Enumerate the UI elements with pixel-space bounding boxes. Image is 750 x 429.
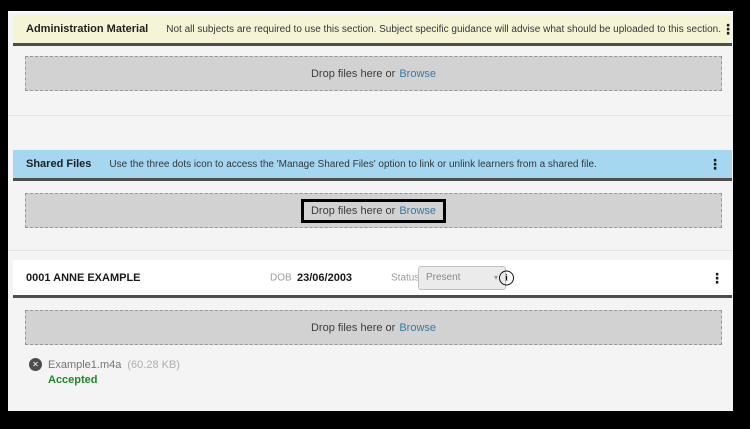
dropzone-label: Drop files here or Browse <box>311 68 436 80</box>
admin-material-dropzone[interactable]: Drop files here or Browse <box>25 56 722 91</box>
dropzone-text: Drop files here or <box>311 322 395 334</box>
shared-files-dropzone[interactable]: Drop files here or Browse <box>25 193 722 228</box>
dropzone-text: Drop files here or <box>311 68 395 80</box>
dropzone-text: Drop files here or <box>311 205 395 217</box>
status-selected-value: Present <box>426 272 460 283</box>
learner-name: 0001 ANNE EXAMPLE <box>26 272 141 284</box>
dropzone-label-highlighted[interactable]: Drop files here or Browse <box>301 199 446 223</box>
browse-link[interactable]: Browse <box>399 68 436 80</box>
learner-row: 0001 ANNE EXAMPLE DOB 23/06/2003 Status … <box>13 260 732 298</box>
kebab-menu-icon[interactable]: ⋮ <box>721 22 733 36</box>
kebab-menu-icon[interactable]: ⋮ <box>708 157 722 171</box>
file-name: Example1.m4a <box>48 359 121 371</box>
dob-value: 23/06/2003 <box>297 272 352 284</box>
learner-dropzone[interactable]: Drop files here or Browse <box>25 310 722 345</box>
section-divider <box>8 250 733 251</box>
status-select[interactable]: Present ▾ <box>418 266 506 290</box>
browse-link[interactable]: Browse <box>399 322 436 334</box>
page-content: Administration Material Not all subjects… <box>8 11 733 411</box>
section-divider <box>8 115 733 116</box>
dropzone-label: Drop files here or Browse <box>311 322 436 334</box>
dob-label: DOB <box>270 272 292 283</box>
admin-material-header: Administration Material Not all subjects… <box>13 15 732 46</box>
uploaded-file-item: ✕ Example1.m4a (60.28 KB) Accepted <box>29 358 733 386</box>
kebab-menu-icon[interactable]: ⋮ <box>710 271 724 285</box>
admin-material-title: Administration Material <box>26 23 148 35</box>
shared-files-title: Shared Files <box>26 158 91 170</box>
admin-material-note: Not all subjects are required to use thi… <box>166 24 721 35</box>
shared-files-header: Shared Files Use the three dots icon to … <box>13 150 732 181</box>
shared-files-note: Use the three dots icon to access the 'M… <box>109 159 596 170</box>
file-status-badge: Accepted <box>48 374 733 386</box>
info-icon[interactable]: i <box>499 270 514 285</box>
file-size: (60.28 KB) <box>127 359 180 371</box>
status-label: Status <box>391 272 419 283</box>
remove-file-icon[interactable]: ✕ <box>29 358 42 371</box>
browse-link[interactable]: Browse <box>399 205 436 217</box>
chevron-down-icon: ▾ <box>494 273 498 282</box>
